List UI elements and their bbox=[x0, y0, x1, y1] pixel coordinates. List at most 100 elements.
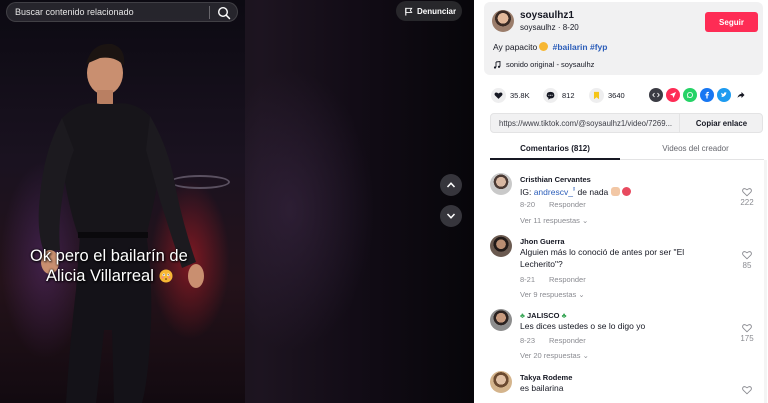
report-label: Denunciar bbox=[417, 6, 457, 16]
video-link-box: https://www.tiktok.com/@soysaulhz1/video… bbox=[490, 113, 763, 133]
action-bar: 35.8K 812 3640 bbox=[491, 88, 765, 104]
previous-video-button[interactable] bbox=[440, 174, 462, 196]
comment-like-count: 85 bbox=[742, 261, 752, 270]
comment-like-count: 222 bbox=[740, 198, 754, 207]
embed-icon[interactable] bbox=[649, 88, 663, 102]
comment-like-count: 175 bbox=[740, 334, 754, 343]
mention-link[interactable]: andrescv_ bbox=[534, 187, 573, 197]
chevron-down-icon: ⌄ bbox=[582, 216, 589, 225]
creator-card: soysaulhz1 soysaulhz · 8-20 Seguir Ay pa… bbox=[484, 2, 763, 75]
blush-emoji-icon bbox=[539, 42, 549, 51]
next-video-button[interactable] bbox=[440, 205, 462, 227]
view-replies-label: Ver 9 respuestas bbox=[520, 290, 577, 299]
view-replies-label: Ver 11 respuestas bbox=[520, 216, 580, 225]
save-count: 3640 bbox=[608, 91, 625, 100]
copy-link-button[interactable]: Copiar enlace bbox=[679, 114, 763, 132]
details-panel: soysaulhz1 soysaulhz · 8-20 Seguir Ay pa… bbox=[474, 0, 768, 403]
music-link[interactable]: sonido original - soysaulhz bbox=[493, 60, 594, 69]
description-text: Ay papacito bbox=[493, 42, 538, 52]
meta-separator: · bbox=[557, 23, 561, 32]
creator-handle: soysaulhz bbox=[520, 23, 556, 32]
reply-button[interactable]: Responder bbox=[549, 200, 586, 209]
tab-bar: Comentarios (812) Videos del creador bbox=[490, 140, 764, 160]
comment-icon bbox=[543, 88, 558, 103]
reply-button[interactable]: Responder bbox=[549, 336, 586, 345]
heart-outline-icon bbox=[742, 324, 752, 333]
comment-like-button[interactable]: 85 bbox=[732, 250, 762, 270]
view-replies-link[interactable]: Ver 9 respuestas ⌄ bbox=[520, 290, 585, 299]
comment-text: Alguien más lo conoció de antes por ser … bbox=[520, 247, 685, 269]
video-area: Denunciar Ok pero el bailarín de Alicia … bbox=[0, 0, 474, 403]
view-replies-link[interactable]: Ver 20 respuestas ⌄ bbox=[520, 351, 589, 360]
like-action[interactable]: 35.8K bbox=[491, 88, 530, 103]
tab-creator-videos[interactable]: Videos del creador bbox=[627, 144, 764, 153]
commenter-name[interactable]: Cristhian Cervantes bbox=[520, 175, 591, 184]
hands-emoji-icon bbox=[610, 186, 620, 196]
comment-meta: 8-20 Responder bbox=[520, 200, 586, 209]
comment-date: 8-23 bbox=[520, 336, 536, 345]
whatsapp-icon[interactable] bbox=[683, 88, 697, 102]
comment-count: 812 bbox=[562, 91, 575, 100]
send-icon[interactable] bbox=[666, 88, 680, 102]
avatar[interactable] bbox=[490, 371, 512, 393]
commenter-name-row: ♣ JALISCO ♣ bbox=[520, 311, 567, 320]
chevron-up-icon bbox=[446, 182, 456, 188]
comment-date: 8-21 bbox=[520, 275, 536, 284]
tab-comments[interactable]: Comentarios (812) bbox=[490, 144, 620, 153]
view-replies-link[interactable]: Ver 11 respuestas ⌄ bbox=[520, 216, 588, 225]
comment-text: IG: andrescv_ᵍ de nada bbox=[520, 184, 710, 198]
caption-line-2: Alicia Villarreal bbox=[30, 266, 220, 286]
cactus-emoji-icon: ♣ bbox=[520, 311, 525, 320]
video-player[interactable] bbox=[0, 0, 245, 403]
hashtag-link[interactable]: #bailarin bbox=[553, 42, 588, 52]
comment-like-button[interactable]: 175 bbox=[732, 323, 762, 343]
bookmark-icon bbox=[589, 88, 604, 103]
hashtag-link[interactable]: #fyp bbox=[590, 42, 607, 52]
cactus-emoji-icon: ♣ bbox=[561, 311, 567, 320]
video-description: Ay papacito #bailarin #fyp bbox=[493, 42, 607, 52]
dancer-figure bbox=[38, 43, 204, 403]
follow-button[interactable]: Seguir bbox=[705, 12, 758, 32]
comment-list: Cristhian Cervantes IG: andrescv_ᵍ de na… bbox=[490, 170, 764, 403]
chevron-down-icon: ⌄ bbox=[582, 351, 589, 360]
flag-icon bbox=[405, 7, 413, 16]
search-icon[interactable] bbox=[217, 6, 231, 20]
reply-button[interactable]: Responder bbox=[549, 275, 586, 284]
chevron-down-icon bbox=[446, 213, 456, 219]
save-action[interactable]: 3640 bbox=[589, 88, 625, 103]
avatar[interactable] bbox=[490, 235, 512, 257]
heart-outline-icon bbox=[742, 251, 752, 260]
music-note-icon bbox=[493, 60, 501, 69]
report-button[interactable]: Denunciar bbox=[396, 1, 462, 21]
video-url[interactable]: https://www.tiktok.com/@soysaulhz1/video… bbox=[499, 119, 677, 128]
flushed-face-emoji-icon bbox=[159, 269, 172, 283]
comment-action[interactable]: 812 bbox=[543, 88, 575, 103]
post-date: 8-20 bbox=[562, 23, 579, 32]
view-replies-label: Ver 20 respuestas bbox=[520, 351, 581, 360]
scrollbar[interactable] bbox=[764, 160, 767, 403]
chevron-down-icon: ⌄ bbox=[578, 290, 585, 299]
comment-like-button[interactable]: 222 bbox=[732, 187, 762, 207]
avatar[interactable] bbox=[490, 173, 512, 195]
search-input[interactable] bbox=[15, 7, 210, 17]
heart-emoji-icon bbox=[622, 186, 632, 196]
commenter-name[interactable]: Jhon Guerra bbox=[520, 237, 565, 246]
commenter-name[interactable]: Takya Rodeme bbox=[520, 373, 572, 382]
avatar[interactable] bbox=[490, 309, 512, 331]
like-count: 35.8K bbox=[510, 91, 530, 100]
heart-outline-icon bbox=[742, 386, 752, 395]
share-icon[interactable] bbox=[734, 88, 748, 102]
comment-text-suffix: de nada bbox=[575, 186, 609, 197]
creator-avatar[interactable] bbox=[492, 10, 514, 32]
comment-like-button[interactable] bbox=[732, 385, 762, 395]
comment-meta: 8-21 Responder bbox=[520, 275, 586, 284]
creator-username[interactable]: soysaulhz1 bbox=[520, 10, 574, 21]
twitter-icon[interactable] bbox=[717, 88, 731, 102]
creator-meta: soysaulhz · 8-20 bbox=[520, 23, 579, 32]
facebook-icon[interactable] bbox=[700, 88, 714, 102]
comment-date: 8-20 bbox=[520, 200, 536, 209]
commenter-name[interactable]: JALISCO bbox=[527, 311, 560, 320]
caption-line-1: Ok pero el bailarín de bbox=[30, 247, 188, 265]
comment-text-prefix: IG: bbox=[520, 186, 534, 197]
active-tab-indicator bbox=[490, 158, 620, 160]
